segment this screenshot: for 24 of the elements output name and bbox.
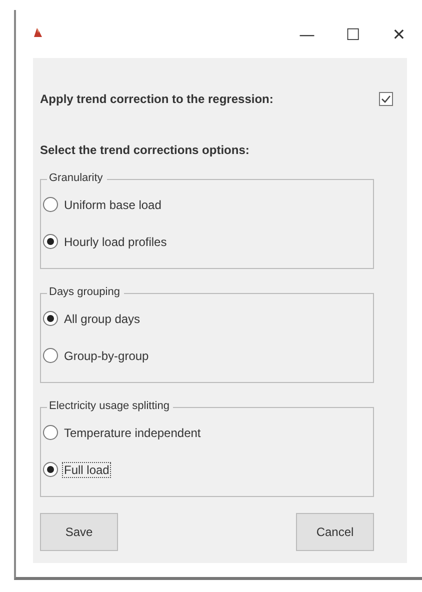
- radio-button[interactable]: [43, 197, 58, 212]
- section-title: Select the trend corrections options:: [40, 143, 250, 157]
- option-label: Uniform base load: [63, 196, 162, 212]
- option-label: Temperature independent: [63, 424, 202, 440]
- option-label: Hourly load profiles: [63, 234, 168, 250]
- radio-button[interactable]: [43, 462, 58, 477]
- radio-button[interactable]: [43, 348, 58, 363]
- cancel-button[interactable]: Cancel: [296, 513, 374, 551]
- save-button[interactable]: Save: [40, 513, 118, 551]
- option-label: Full load: [62, 462, 112, 478]
- group-title: Electricity usage splitting: [47, 400, 174, 412]
- apply-checkbox[interactable]: [379, 92, 393, 106]
- maximize-button[interactable]: ☐: [330, 16, 376, 52]
- radio-button[interactable]: [43, 234, 58, 249]
- option-label: Group-by-group: [63, 348, 150, 364]
- apply-label: Apply trend correction to the regression:: [40, 92, 274, 106]
- group-title: Granularity: [47, 172, 107, 184]
- radio-button[interactable]: [43, 311, 58, 326]
- minimize-button[interactable]: —: [284, 16, 330, 52]
- option-label: All group days: [63, 310, 142, 326]
- group-title: Days grouping: [47, 286, 124, 298]
- app-icon: [33, 26, 43, 38]
- radio-button[interactable]: [43, 425, 58, 440]
- close-button[interactable]: ✕: [376, 16, 422, 52]
